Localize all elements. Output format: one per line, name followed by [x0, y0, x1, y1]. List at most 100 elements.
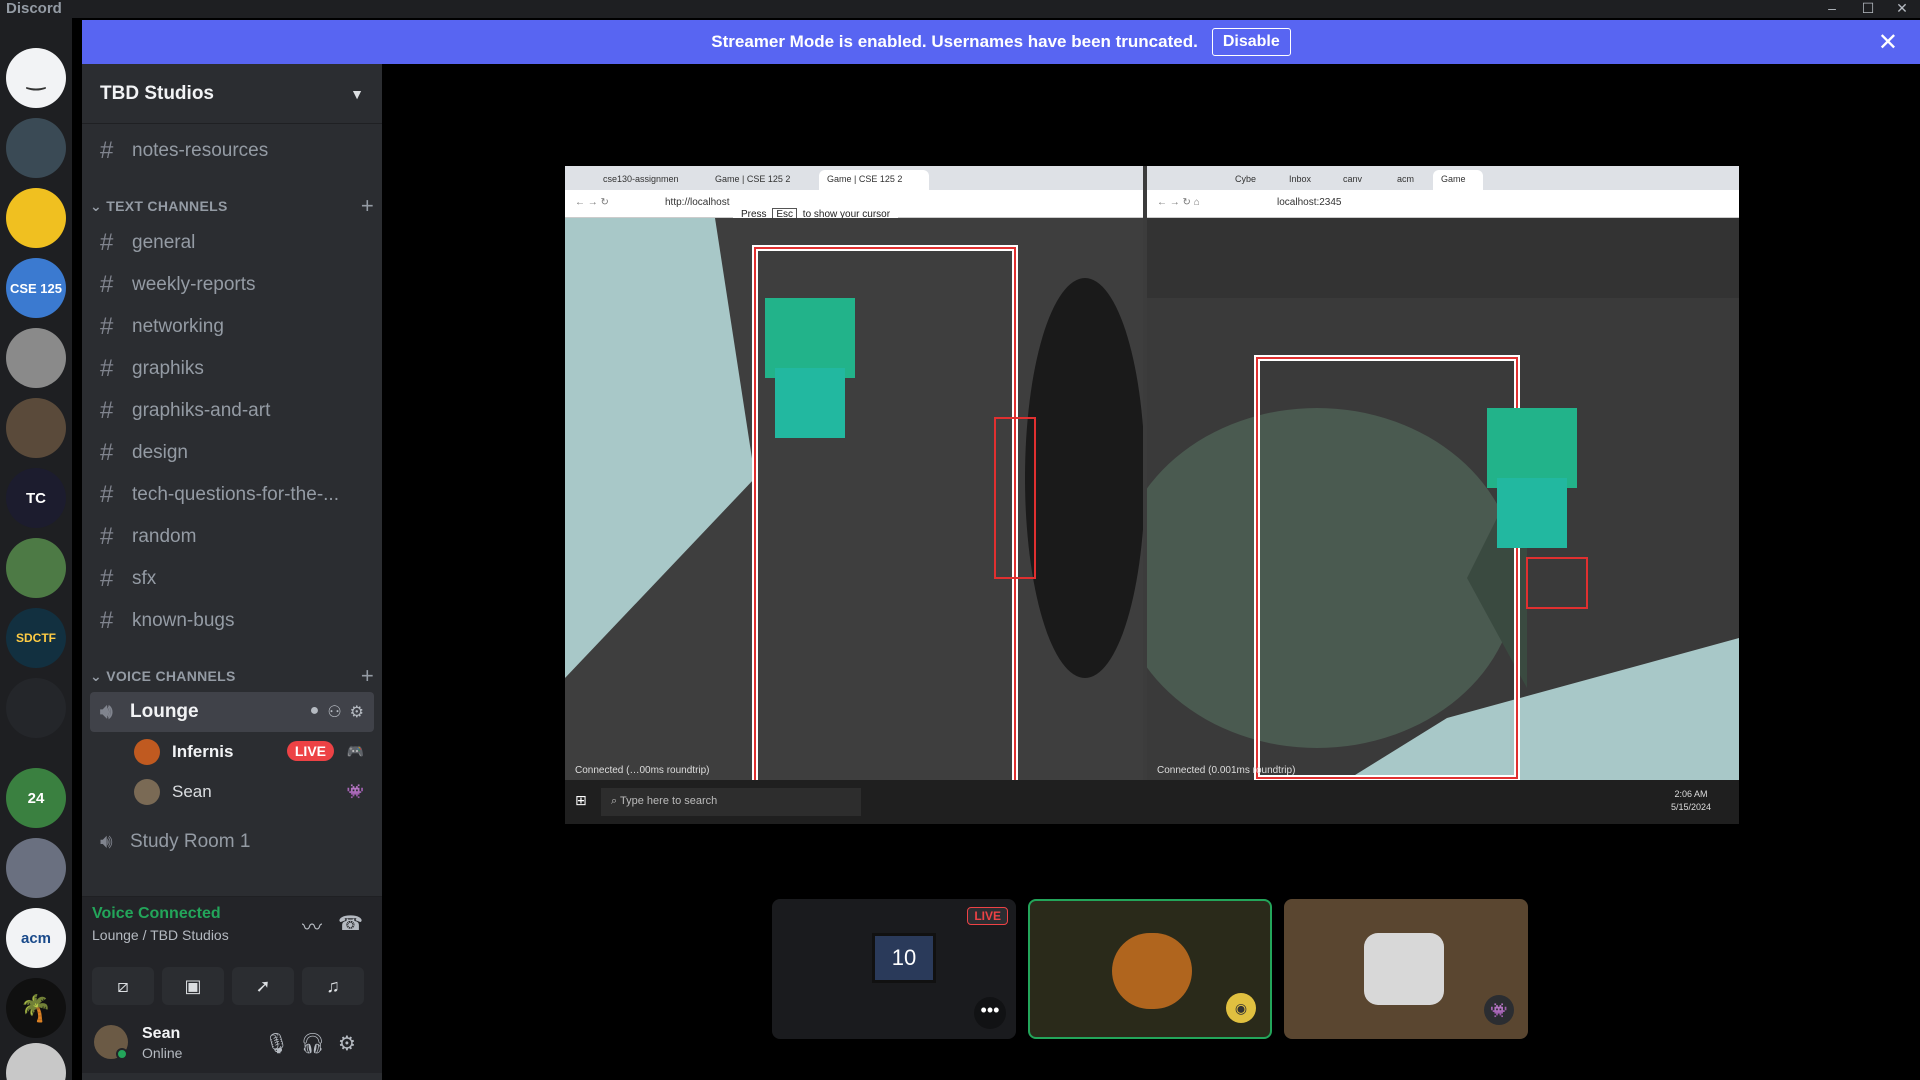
disconnect-icon[interactable]: ☎ — [338, 911, 363, 936]
hash-icon: # — [100, 355, 114, 382]
channel-networking[interactable]: # networking — [90, 306, 374, 348]
voice-location[interactable]: Lounge / TBD Studios — [92, 927, 229, 943]
soundboard-button[interactable]: ♫ — [302, 967, 364, 1005]
chevron-down-icon: ▼ — [350, 85, 364, 102]
voice-channel-study-room-1[interactable]: 🔊︎ Study Room 1 — [90, 822, 374, 862]
voice-status: Voice Connected — [92, 905, 221, 922]
gear-icon[interactable]: ⚙ — [350, 702, 364, 722]
online-status-dot — [116, 1048, 128, 1060]
voice-user-infernis[interactable]: Infernis LIVE 🎮 — [134, 732, 374, 772]
category-label: VOICE CHANNELS — [106, 667, 236, 684]
participant-tile-sean[interactable]: 👾 — [1284, 899, 1528, 1039]
disable-streamer-mode-button[interactable]: Disable — [1211, 28, 1291, 56]
browser-tab-active[interactable]: Game | CSE 125 2 — [819, 170, 929, 190]
invite-icon[interactable]: ⚇ — [327, 702, 341, 722]
hash-icon: # — [100, 607, 114, 634]
game-scene-left — [565, 218, 1143, 780]
channel-weekly-reports[interactable]: # weekly-reports — [90, 264, 374, 306]
url-text[interactable]: localhost:2345 — [1277, 197, 1342, 208]
server-icon-tc[interactable]: TC — [6, 468, 66, 528]
channel-random[interactable]: # random — [90, 516, 374, 558]
add-channel-icon[interactable]: + — [361, 193, 374, 219]
share-screen-button[interactable]: ▣ — [162, 967, 224, 1005]
gear-icon[interactable]: ⚙ — [338, 1031, 356, 1056]
browser-tab[interactable]: cse130-assignmen — [595, 170, 705, 190]
server-header[interactable]: TBD Studios ▼ — [82, 64, 382, 124]
hash-icon: # — [100, 523, 114, 550]
activity-icon: ◉ — [1226, 993, 1256, 1023]
maximize-button[interactable]: ☐ — [1850, 0, 1886, 18]
hash-icon: # — [100, 229, 114, 256]
browser-tab[interactable]: Inbox — [1281, 170, 1331, 190]
chat-bubble-icon[interactable]: ● — [310, 702, 320, 722]
category-text-channels[interactable]: ⌄ TEXT CHANNELS + — [82, 190, 382, 222]
category-voice-channels[interactable]: ⌄ VOICE CHANNELS + — [82, 660, 382, 692]
speaker-icon: 🔊︎ — [100, 830, 113, 853]
shared-screen[interactable]: cse130-assignmen Game | CSE 125 2 Game |… — [565, 166, 1739, 824]
close-window-button[interactable]: ✕ — [1884, 0, 1920, 18]
channel-design[interactable]: # design — [90, 432, 374, 474]
server-icon-1[interactable] — [6, 118, 66, 178]
home-button[interactable]: ‿ — [6, 48, 66, 108]
server-icon-photo[interactable] — [6, 838, 66, 898]
participant-tile-stream[interactable]: LIVE 10 ••• — [772, 899, 1016, 1039]
stream-view[interactable]: cse130-assignmen Game | CSE 125 2 Game |… — [382, 64, 1920, 1080]
participant-tile-infernis[interactable]: ◉ — [1028, 899, 1272, 1039]
activities-button[interactable]: ➚ — [232, 967, 294, 1005]
channel-graphiks-and-art[interactable]: # graphiks-and-art — [90, 390, 374, 432]
voice-user-sean[interactable]: Sean 👾 — [134, 772, 374, 812]
minimize-button[interactable]: – — [1814, 0, 1850, 18]
server-rail: ‿ CSE 125 TC SDCTF 24 acm 🌴 — [0, 18, 72, 1080]
browser-tab-active[interactable]: Game — [1433, 170, 1483, 190]
voice-channel-lounge[interactable]: 🔊︎ Lounge ● ⚇ ⚙ — [90, 692, 374, 732]
headphones-icon[interactable]: 🎧︎ — [300, 1031, 325, 1056]
nav-arrows-icon[interactable]: ← → ↻ ⌂ — [1157, 197, 1200, 208]
server-icon-avatar-1[interactable] — [6, 328, 66, 388]
channel-label: design — [132, 442, 188, 463]
server-icon-24[interactable]: 24 — [6, 768, 66, 828]
channel-graphiks[interactable]: # graphiks — [90, 348, 374, 390]
channel-label: notes-resources — [132, 140, 269, 161]
channel-tech-questions[interactable]: # tech-questions-for-the-... — [90, 474, 374, 516]
browser-window-right[interactable]: Cybe Inbox canv acm Game ← → ↻ ⌂ localho… — [1147, 166, 1739, 780]
server-icon-last[interactable] — [6, 1043, 66, 1080]
camera-icon: 10 — [872, 933, 936, 983]
microphone-icon[interactable]: 🎙︎ — [264, 1031, 289, 1056]
server-icon-cse125[interactable]: CSE 125 — [6, 258, 66, 318]
voice-channel-label: Lounge — [130, 701, 199, 722]
camera-off-button[interactable]: ⧄ — [92, 967, 154, 1005]
channel-known-bugs[interactable]: # known-bugs — [90, 600, 374, 642]
browser-tab[interactable]: Cybe — [1227, 170, 1277, 190]
voice-channel-label: Study Room 1 — [130, 831, 251, 852]
server-icon-bee[interactable] — [6, 188, 66, 248]
hash-icon: # — [100, 313, 114, 340]
nav-arrows-icon[interactable]: ← → ↻ — [575, 197, 609, 208]
windows-start-icon[interactable]: ⊞ — [575, 792, 587, 809]
add-channel-icon[interactable]: + — [361, 663, 374, 689]
voice-user-name: Infernis — [172, 742, 234, 761]
channel-sfx[interactable]: # sfx — [90, 558, 374, 600]
channel-general[interactable]: # general — [90, 222, 374, 264]
noise-suppression-icon[interactable]: 〰 — [302, 911, 322, 940]
server-icon-pi[interactable] — [6, 538, 66, 598]
url-text[interactable]: http://localhost — [665, 197, 729, 208]
server-icon-sdctf[interactable]: SDCTF — [6, 608, 66, 668]
address-bar[interactable]: ← → ↻ ⌂ localhost:2345 — [1147, 190, 1739, 218]
taskbar-clock[interactable]: 2:06 AM 5/15/2024 — [1671, 788, 1711, 814]
close-icon[interactable]: ✕ — [1878, 28, 1898, 57]
hash-icon: # — [100, 397, 114, 424]
server-icon-acm[interactable]: acm — [6, 908, 66, 968]
channel-notes-resources[interactable]: # notes-resources — [90, 130, 374, 172]
server-icon-blank[interactable] — [6, 678, 66, 738]
browser-tab[interactable]: canv — [1335, 170, 1385, 190]
activity-icon: 🎮 — [346, 743, 364, 759]
server-icon-avatar-2[interactable] — [6, 398, 66, 458]
browser-tab[interactable]: Game | CSE 125 2 — [707, 170, 817, 190]
browser-tab[interactable]: acm — [1389, 170, 1429, 190]
server-icon-palm[interactable]: 🌴 — [6, 978, 66, 1038]
speaker-icon: 🔊︎ — [100, 700, 113, 723]
browser-window-left[interactable]: cse130-assignmen Game | CSE 125 2 Game |… — [565, 166, 1143, 780]
channel-sidebar: TBD Studios ▼ # notes-resources ⌄ TEXT C… — [82, 64, 382, 1080]
more-options-icon[interactable]: ••• — [974, 997, 1006, 1029]
taskbar-search[interactable]: ⌕ Type here to search — [601, 788, 861, 816]
